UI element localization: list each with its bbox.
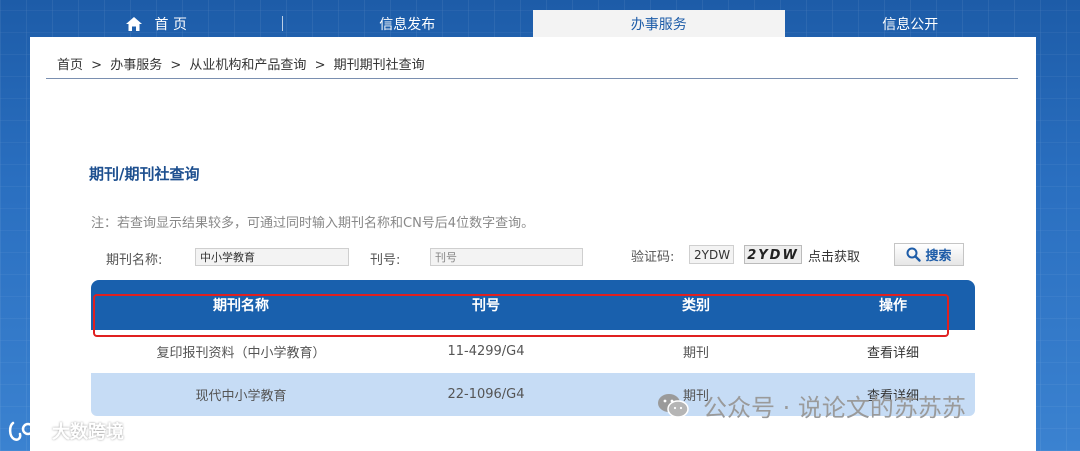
header-journal-name: 期刊名称 [213,298,269,314]
header-action: 操作 [879,298,907,314]
issn-input[interactable]: 刊号 [430,248,583,266]
row-journal-name: 现代中小学教育 [195,389,287,404]
nav-home-label: 首 页 [154,16,187,33]
nav-services-label: 办事服务 [630,16,687,33]
brand-logo-icon [8,421,45,441]
row-cn: 22-1096/G4 [447,387,525,402]
journal-name-label: 期刊名称: [106,253,163,268]
divider [46,78,1018,79]
nav-info-public-label: 信息公开 [882,16,939,33]
captcha-refresh-link[interactable]: 点击获取 [808,246,860,265]
search-button[interactable]: 搜索 [894,243,964,266]
row-journal-name: 复印报刊资料（中小学教育） [156,346,326,361]
watermark: 公众号 · 说论文的苏苏苏 [657,388,966,423]
captcha-input[interactable]: 2YDW [689,245,734,264]
table-row: 复印报刊资料（中小学教育） 11-4299/G4 期刊 查看详细 [91,330,975,373]
journal-name-input[interactable]: 中小学教育 [195,248,349,266]
nav-home[interactable]: 首 页 [30,10,282,37]
table-header: 期刊名称 刊号 类别 操作 [91,280,975,330]
brand-text: 大数跨境 [52,422,124,443]
brand-logo: 大数跨境 [8,418,124,444]
breadcrumb-services[interactable]: 办事服务 [110,58,162,73]
search-icon [906,247,922,262]
top-nav: 首 页 信息发布 办事服务 信息公开 [30,10,1036,37]
wechat-icon [658,393,689,418]
view-detail-link[interactable]: 查看详细 [811,342,975,361]
home-icon [125,16,142,31]
header-cn: 刊号 [472,298,500,314]
breadcrumb-institution-query[interactable]: 从业机构和产品查询 [189,58,306,73]
nav-info-release-label: 信息发布 [379,16,436,33]
query-note: 注：若查询显示结果较多，可通过同时输入期刊名称和CN号后4位数字查询。 [91,216,535,231]
nav-divider [281,16,283,31]
row-cn: 11-4299/G4 [447,344,525,359]
watermark-text: 公众号 · 说论文的苏苏苏 [703,394,966,422]
page-title: 期刊/期刊社查询 [89,165,200,183]
breadcrumb-separator: > [314,58,326,73]
header-type: 类别 [682,298,710,314]
nav-info-release[interactable]: 信息发布 [281,10,534,37]
nav-info-public[interactable]: 信息公开 [785,10,1037,37]
breadcrumb: 首页 > 办事服务 > 从业机构和产品查询 > 期刊期刊社查询 [57,54,429,73]
nav-services[interactable]: 办事服务 [533,10,785,37]
captcha-label: 验证码: [631,250,675,265]
captcha-image[interactable]: 2YDW [744,245,802,264]
breadcrumb-separator: > [170,58,182,73]
issn-label: 刊号: [370,253,401,268]
breadcrumb-separator: > [91,58,103,73]
breadcrumb-home[interactable]: 首页 [57,58,83,73]
search-button-label: 搜索 [925,249,952,264]
row-type: 期刊 [682,346,709,361]
breadcrumb-current: 期刊期刊社查询 [333,58,425,73]
